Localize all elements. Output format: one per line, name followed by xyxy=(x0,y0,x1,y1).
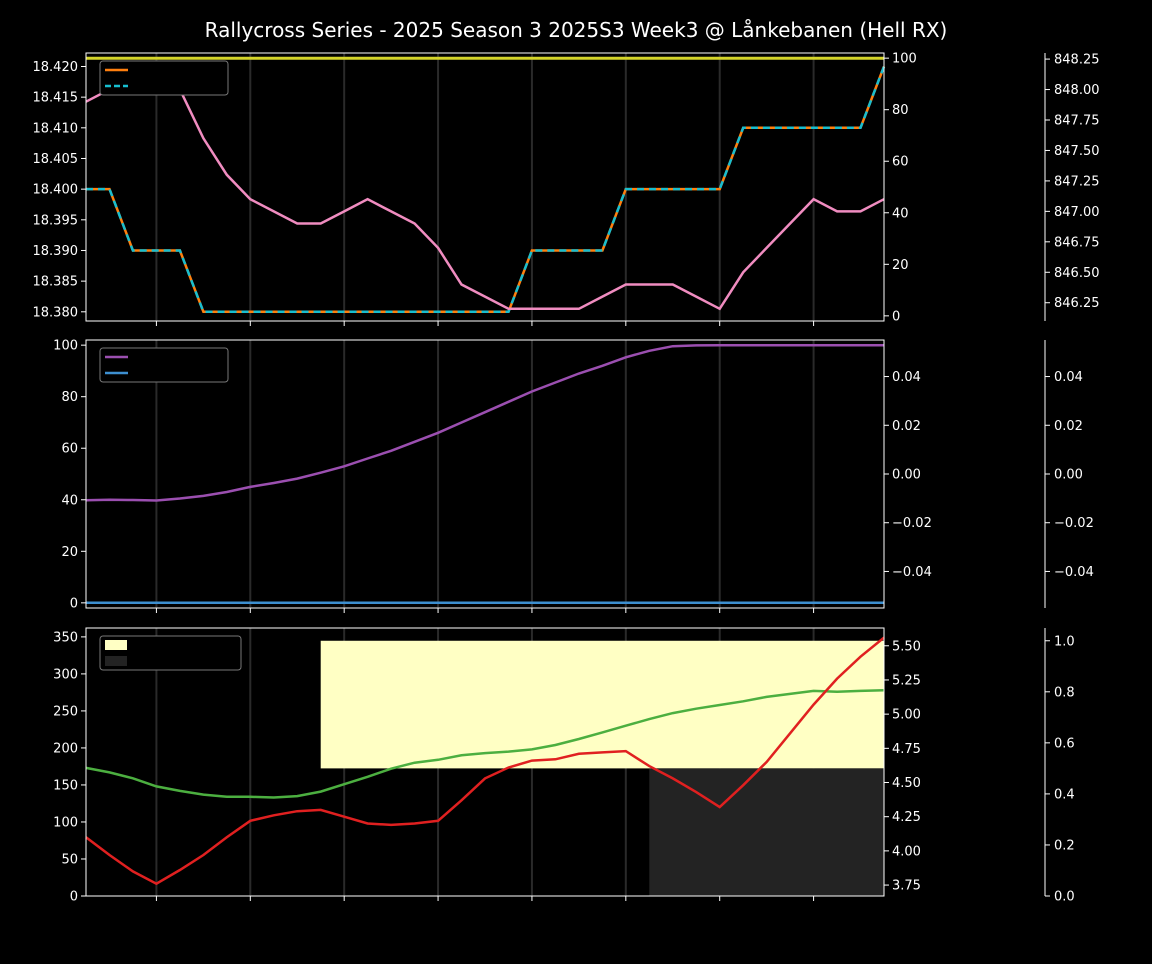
affects-session-area xyxy=(649,768,884,896)
y-right-tick-label: 4.25 xyxy=(892,810,921,825)
far-right-tick-label: −0.02 xyxy=(1054,516,1094,531)
y-tick-label: 350 xyxy=(53,630,78,645)
far-right-tick-label: 0.2 xyxy=(1054,838,1075,853)
y-tick-label: 100 xyxy=(53,815,78,830)
far-right-tick-label: 0.0 xyxy=(1054,890,1075,905)
y-tick-label: 50 xyxy=(61,852,78,867)
far-right-tick-label: 1.0 xyxy=(1054,634,1075,649)
far-right-tick-label: 846.75 xyxy=(1054,235,1100,250)
y-right-tick-label: 100 xyxy=(892,52,917,67)
y-tick-label: 200 xyxy=(53,741,78,756)
y-tick-label: 18.400 xyxy=(33,183,79,198)
far-right-tick-label: 847.00 xyxy=(1054,205,1100,220)
y-tick-label: 100 xyxy=(53,339,78,354)
far-right-tick-label: 847.75 xyxy=(1054,114,1100,129)
y-tick-label: 18.405 xyxy=(33,152,79,167)
y-tick-label: 18.380 xyxy=(33,305,79,320)
y-right-tick-label: 40 xyxy=(892,206,909,221)
far-right-tick-label: 0.4 xyxy=(1054,787,1075,802)
y-tick-label: 60 xyxy=(61,442,78,457)
y-right-tick-label: 80 xyxy=(892,103,909,118)
chart-title: Rallycross Series - 2025 Season 3 2025S3… xyxy=(205,18,948,42)
y-tick-label: 0 xyxy=(70,890,78,905)
far-right-tick-label: 846.50 xyxy=(1054,266,1100,281)
y-tick-label: 80 xyxy=(61,390,78,405)
y-tick-label: 18.395 xyxy=(33,213,79,228)
far-right-tick-label: 0.6 xyxy=(1054,736,1075,751)
weather-chart: Rallycross Series - 2025 Season 3 2025S3… xyxy=(33,18,1100,905)
far-right-tick-label: 848.00 xyxy=(1054,83,1100,98)
y-right-tick-label: 4.50 xyxy=(892,776,921,791)
y-tick-label: 18.385 xyxy=(33,275,79,290)
legend-swatch xyxy=(105,656,127,666)
y-right-tick-label: 3.75 xyxy=(892,879,921,894)
y-right-tick-label: 5.25 xyxy=(892,673,921,688)
legend-swatch xyxy=(105,640,127,650)
y-tick-label: 40 xyxy=(61,493,78,508)
y-tick-label: 250 xyxy=(53,704,78,719)
y-right-tick-label: 5.50 xyxy=(892,639,921,654)
y-tick-label: 18.390 xyxy=(33,244,79,259)
y-right-tick-label: 0 xyxy=(892,309,900,324)
far-right-tick-label: 0.8 xyxy=(1054,685,1075,700)
y-tick-label: 150 xyxy=(53,778,78,793)
y-right-tick-label: 5.00 xyxy=(892,708,921,723)
y-right-tick-label: −0.04 xyxy=(892,565,932,580)
y-tick-label: 20 xyxy=(61,545,78,560)
far-right-tick-label: 848.25 xyxy=(1054,53,1100,68)
y-tick-label: 0 xyxy=(70,596,78,611)
far-right-tick-label: 0.04 xyxy=(1054,370,1083,385)
far-right-tick-label: 847.50 xyxy=(1054,144,1100,159)
far-right-tick-label: 0.00 xyxy=(1054,468,1083,483)
y-tick-label: 300 xyxy=(53,667,78,682)
legend-box xyxy=(99,60,229,96)
far-right-tick-label: 846.25 xyxy=(1054,296,1100,311)
y-right-tick-label: 0.02 xyxy=(892,419,921,434)
y-tick-label: 18.415 xyxy=(33,91,79,106)
y-right-tick-label: 4.00 xyxy=(892,844,921,859)
y-right-tick-label: 60 xyxy=(892,155,909,170)
y-right-tick-label: 0.04 xyxy=(892,370,921,385)
sun-up-area xyxy=(320,640,884,769)
y-right-tick-label: 4.75 xyxy=(892,742,921,757)
y-tick-label: 18.420 xyxy=(33,60,79,75)
far-right-tick-label: 847.25 xyxy=(1054,174,1100,189)
y-right-tick-label: 20 xyxy=(892,258,909,273)
far-right-tick-label: −0.04 xyxy=(1054,565,1094,580)
legend-box xyxy=(99,347,229,383)
y-tick-label: 18.410 xyxy=(33,121,79,136)
y-right-tick-label: −0.02 xyxy=(892,516,932,531)
y-right-tick-label: 0.00 xyxy=(892,468,921,483)
far-right-tick-label: 0.02 xyxy=(1054,419,1083,434)
